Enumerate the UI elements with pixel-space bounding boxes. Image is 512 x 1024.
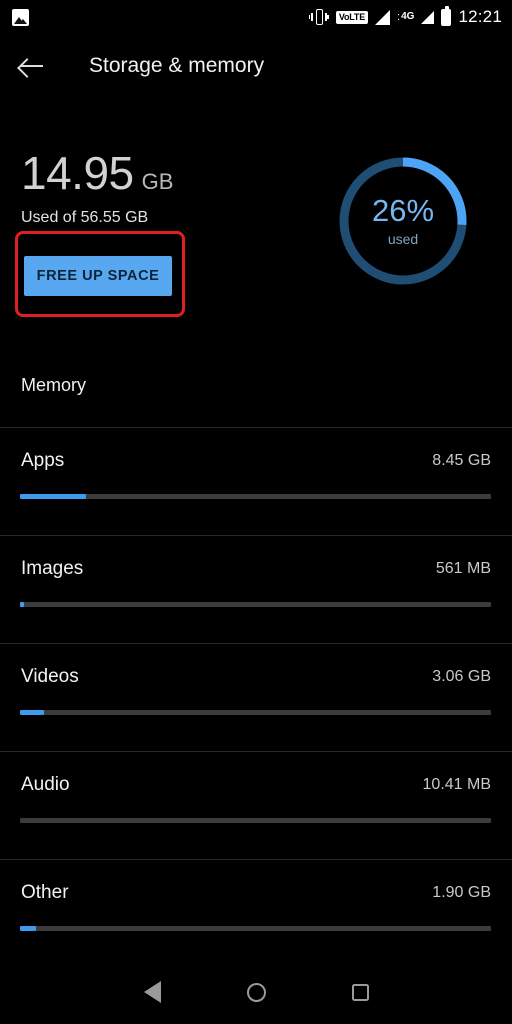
page-title: Storage & memory xyxy=(89,54,265,77)
storage-used-block: 14.95 GB Used of 56.55 GB xyxy=(21,148,173,227)
category-size-value: 1.90 GB xyxy=(432,884,491,901)
status-bar-clock: 12:21 xyxy=(458,7,502,26)
signal-bars-icon-1 xyxy=(375,9,391,25)
used-amount-line: 14.95 GB xyxy=(21,148,173,198)
memory-section-header: Memory xyxy=(21,375,87,395)
category-usage-track xyxy=(20,602,491,607)
storage-category-row[interactable]: Audio 10.41 MB xyxy=(0,751,512,859)
storage-summary: 14.95 GB Used of 56.55 GB FREE UP SPACE … xyxy=(0,140,512,355)
category-label: Audio xyxy=(21,774,70,795)
status-bar-left xyxy=(12,8,29,26)
category-label: Other xyxy=(21,882,69,903)
back-button[interactable] xyxy=(0,40,64,92)
category-usage-fill xyxy=(20,494,86,499)
category-usage-track xyxy=(20,926,491,931)
storage-category-row[interactable]: Videos 3.06 GB xyxy=(0,643,512,751)
row-header: Other 1.90 GB xyxy=(0,860,512,926)
battery-icon xyxy=(441,5,452,26)
category-label: Apps xyxy=(21,450,65,471)
category-usage-track xyxy=(20,494,491,499)
used-of-total-label: Used of 56.55 GB xyxy=(21,209,149,226)
status-bar: VoLTE : 4G 12:21 xyxy=(0,0,512,34)
photo-notification-icon xyxy=(12,8,29,26)
nav-back-icon[interactable] xyxy=(143,981,161,1003)
category-label: Videos xyxy=(21,666,79,687)
category-size-value: 3.06 GB xyxy=(432,668,491,685)
toolbar: Storage & memory xyxy=(0,40,512,92)
row-header: Apps 8.45 GB xyxy=(0,428,512,494)
back-arrow-icon xyxy=(20,57,44,75)
storage-usage-ring: 26% used xyxy=(336,154,470,288)
category-size-value: 8.45 GB xyxy=(432,452,491,469)
storage-category-row[interactable]: Other 1.90 GB xyxy=(0,859,512,967)
used-amount-value: 14.95 xyxy=(21,147,134,199)
free-up-space-button[interactable]: FREE UP SPACE xyxy=(24,256,172,296)
storage-category-row[interactable]: Images 561 MB xyxy=(0,535,512,643)
storage-category-row[interactable]: Apps 8.45 GB xyxy=(0,427,512,535)
category-size-value: 10.41 MB xyxy=(422,776,491,793)
category-usage-track xyxy=(20,710,491,715)
nav-recents-icon[interactable] xyxy=(351,983,369,1001)
row-header: Audio 10.41 MB xyxy=(0,752,512,818)
network-dots: : xyxy=(397,11,401,23)
storage-category-list: Apps 8.45 GB Images 561 MB Videos 3.06 GB Audi… xyxy=(0,427,512,967)
category-label: Images xyxy=(21,558,84,579)
vibrate-icon xyxy=(308,8,329,26)
navigation-bar xyxy=(0,960,512,1024)
phone-screen: VoLTE : 4G 12:21 Storage & memory 14.95 … xyxy=(0,0,512,1024)
category-usage-fill xyxy=(20,602,25,607)
network-type-label: : 4G xyxy=(397,11,415,23)
category-size-value: 561 MB xyxy=(435,560,491,577)
volte-icon: VoLTE xyxy=(335,10,369,24)
category-usage-fill xyxy=(20,710,45,715)
nav-home-icon[interactable] xyxy=(246,982,266,1002)
status-bar-right: VoLTE : 4G 12:21 xyxy=(308,5,502,27)
category-usage-track xyxy=(20,818,491,823)
row-header: Videos 3.06 GB xyxy=(0,644,512,710)
ring-chart-svg xyxy=(339,157,467,285)
signal-bars-icon-2 xyxy=(421,10,435,24)
row-header: Images 561 MB xyxy=(0,536,512,602)
network-4g-label: 4G xyxy=(401,11,415,22)
category-usage-fill xyxy=(20,926,36,931)
used-amount-unit: GB xyxy=(141,169,174,194)
